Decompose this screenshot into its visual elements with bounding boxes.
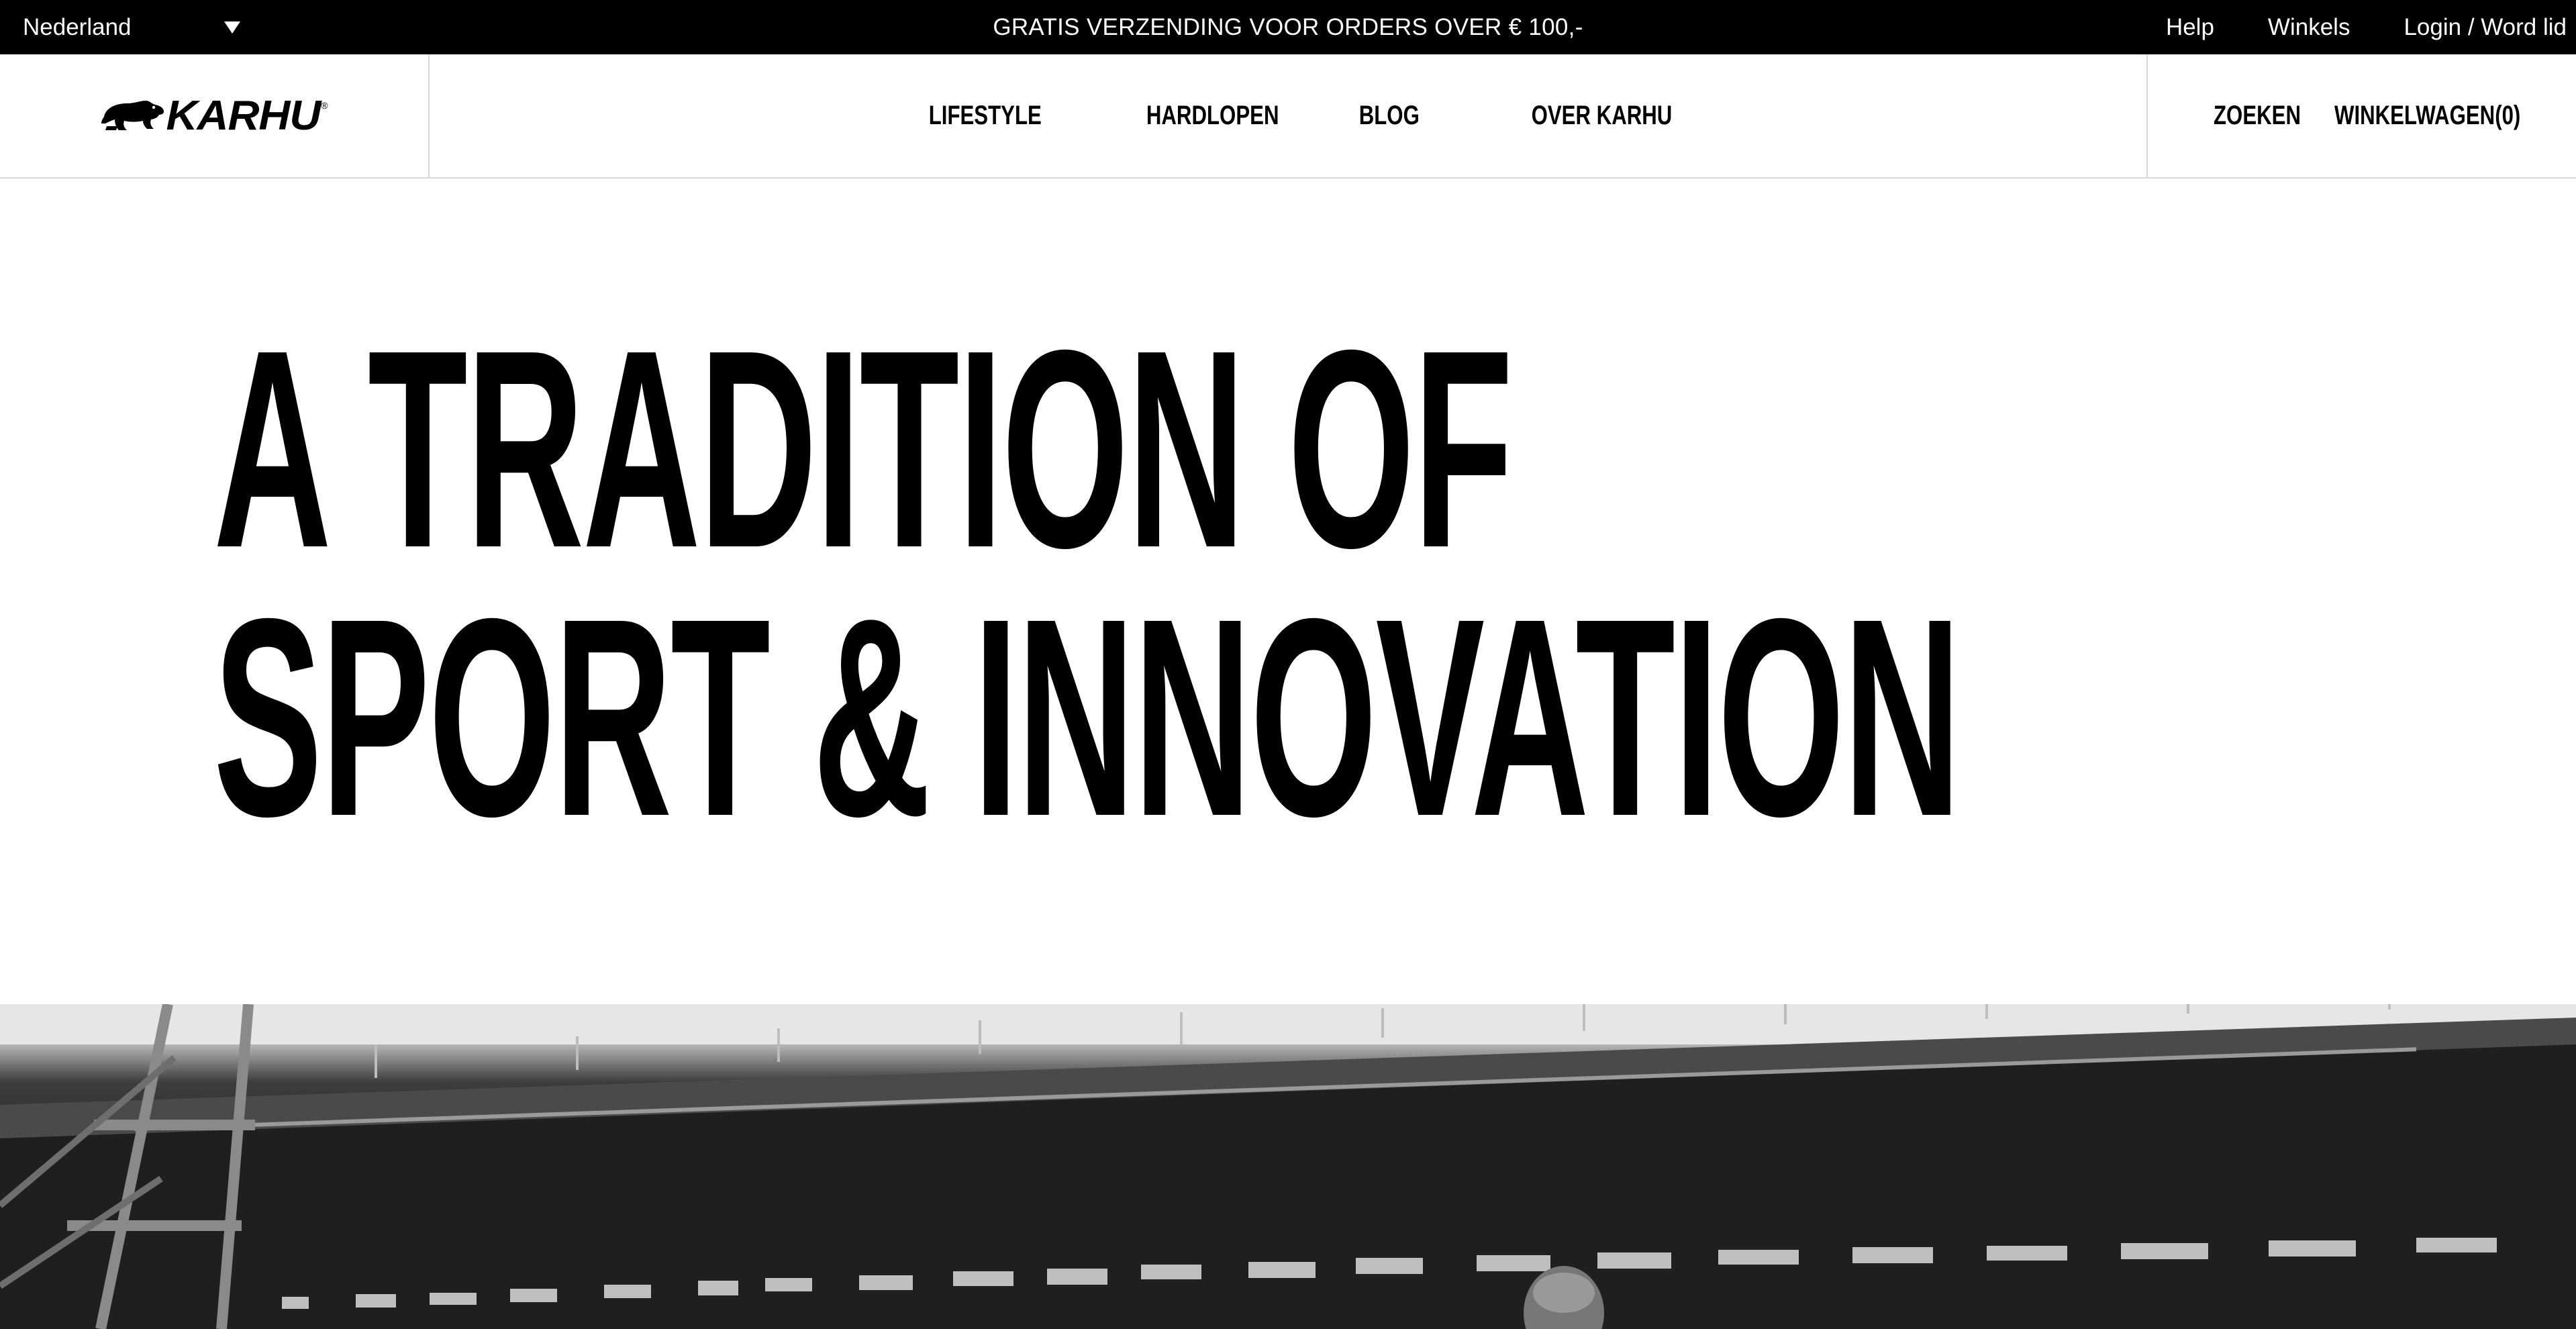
login-link[interactable]: Login / Word lid xyxy=(2404,14,2567,41)
chevron-down-icon xyxy=(224,21,240,34)
hero-photo xyxy=(0,1004,2576,1329)
cart-button[interactable]: WINKELWAGEN(0) xyxy=(2334,54,2520,177)
bear-icon xyxy=(101,100,164,130)
logo-link[interactable]: KARHU ® xyxy=(0,54,430,177)
nav-item-over-karhu[interactable]: OVER KARHU xyxy=(1532,101,1673,131)
registered-mark: ® xyxy=(321,100,328,111)
country-selector[interactable]: Nederland xyxy=(23,0,240,54)
nav-item-hardlopen[interactable]: HARDLOPEN xyxy=(1146,101,1279,131)
utility-links: Help Winkels Login / Word lid xyxy=(2166,0,2567,54)
announcement-bar: Nederland GRATIS VERZENDING VOOR ORDERS … xyxy=(0,0,2576,54)
karhu-logo: KARHU ® xyxy=(100,92,328,140)
country-label: Nederland xyxy=(23,13,132,40)
nav-item-lifestyle[interactable]: LIFESTYLE xyxy=(929,101,1042,131)
stadium-photo-illustration xyxy=(0,1004,2576,1329)
logo-wordmark: KARHU xyxy=(166,93,321,139)
help-link[interactable]: Help xyxy=(2166,14,2214,41)
nav-item-blog[interactable]: BLOG xyxy=(1359,101,1420,131)
stores-link[interactable]: Winkels xyxy=(2268,14,2350,41)
hero-line-1: A TRADITION OF xyxy=(213,292,1513,607)
search-button[interactable]: ZOEKEN xyxy=(2214,54,2301,177)
site-header: KARHU ® LIFESTYLE HARDLOPEN BLOG OVER KA… xyxy=(0,54,2576,179)
hero-heading: A TRADITION OF SPORT & INNOVATION xyxy=(213,292,1961,875)
main-nav: LIFESTYLE HARDLOPEN BLOG OVER KARHU xyxy=(430,54,2146,177)
header-actions: ZOEKEN WINKELWAGEN(0) xyxy=(2146,54,2576,177)
hero-line-2: SPORT & INNOVATION xyxy=(213,560,1961,875)
